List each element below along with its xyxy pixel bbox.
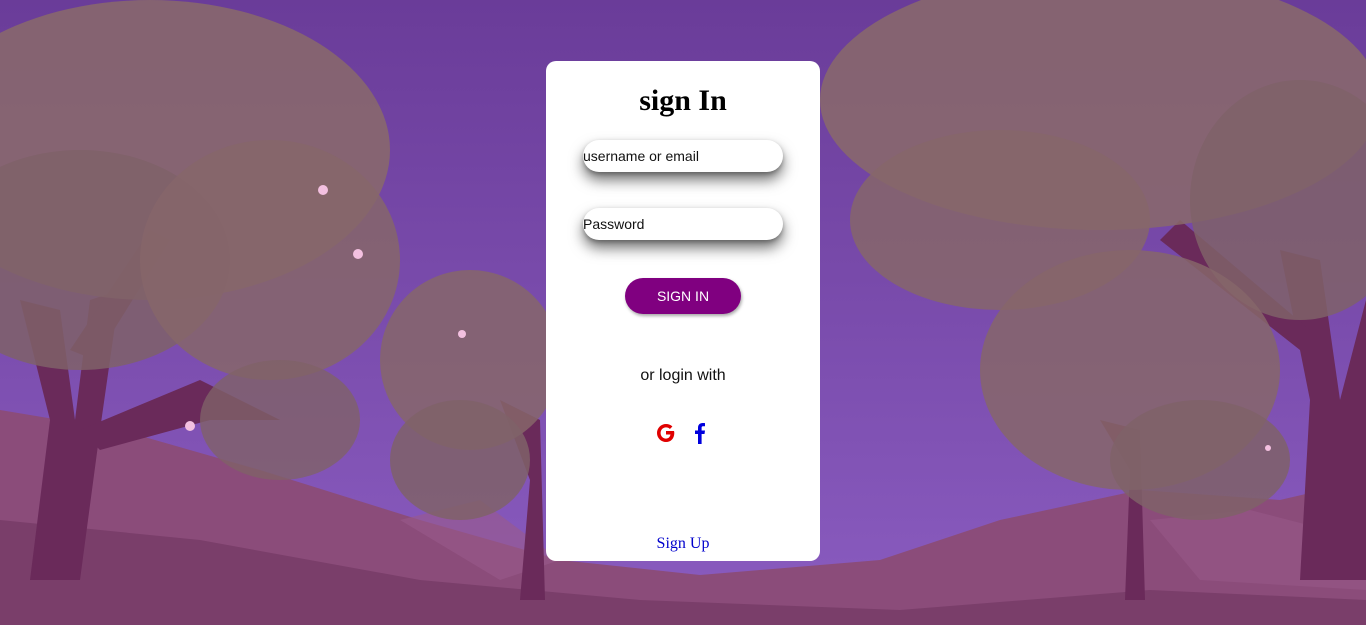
google-login-button[interactable] (654, 419, 678, 447)
signin-card: sign In SIGN IN or login with Sign Up (546, 61, 820, 561)
sign-in-button[interactable]: SIGN IN (625, 278, 741, 314)
google-icon (657, 424, 675, 442)
page-title: sign In (639, 84, 727, 117)
facebook-login-button[interactable] (688, 419, 712, 447)
social-login-group (546, 419, 820, 447)
sign-up-link[interactable]: Sign Up (546, 534, 820, 554)
facebook-icon (695, 423, 705, 444)
password-input[interactable] (583, 208, 783, 240)
username-input[interactable] (583, 140, 783, 172)
alt-login-label: or login with (640, 367, 726, 384)
